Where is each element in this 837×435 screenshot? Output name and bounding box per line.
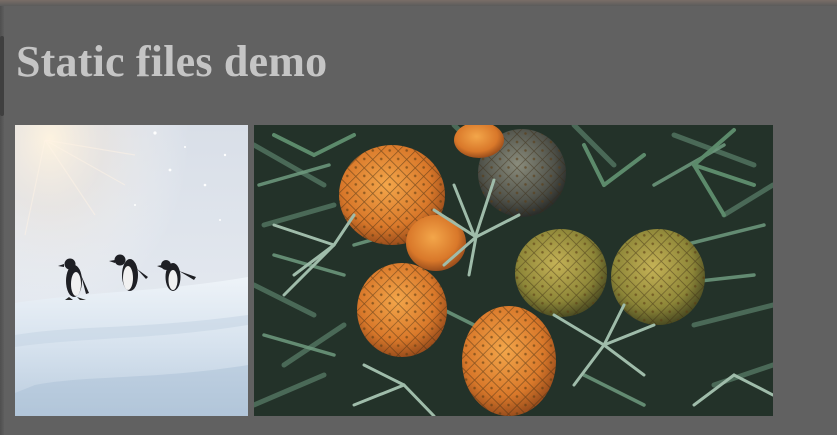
page-title: Static files demo (16, 37, 328, 86)
browser-content: Static files demo (0, 0, 837, 435)
window-top-border (0, 0, 837, 6)
resize-handle[interactable] (0, 36, 4, 116)
pineapples-image (254, 125, 773, 416)
window-left-border (0, 6, 4, 435)
penguins-image (15, 125, 248, 416)
